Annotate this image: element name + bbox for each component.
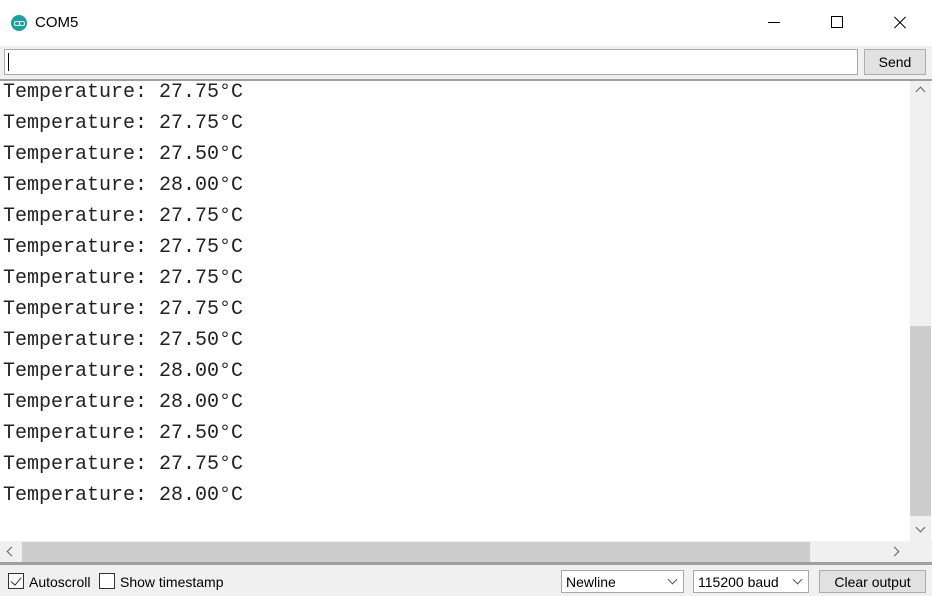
- window-title: COM5: [35, 14, 79, 31]
- baud-rate-value: 115200 baud: [698, 574, 779, 590]
- output-line: Temperature: 28.00°C: [3, 484, 244, 507]
- output-line: Temperature: 28.00°C: [3, 391, 244, 414]
- output-line: Temperature: 27.75°C: [3, 236, 244, 259]
- scroll-left-icon[interactable]: [0, 541, 21, 562]
- scrollbar-corner: [910, 541, 932, 562]
- chevron-down-icon: [667, 574, 678, 585]
- serial-output[interactable]: Temperature: 27.75°C Temperature: 27.75°…: [0, 81, 910, 541]
- autoscroll-checkbox[interactable]: [8, 573, 24, 589]
- show-timestamp-checkbox[interactable]: [99, 573, 115, 589]
- output-line: Temperature: 27.75°C: [3, 81, 244, 104]
- maximize-button[interactable]: [806, 0, 868, 46]
- output-line: Temperature: 28.00°C: [3, 360, 244, 383]
- send-row: Send: [0, 46, 932, 80]
- scroll-down-icon[interactable]: [910, 521, 931, 541]
- close-button[interactable]: [868, 0, 930, 46]
- horizontal-scroll-thumb[interactable]: [22, 542, 810, 562]
- output-line: Temperature: 27.75°C: [3, 298, 244, 321]
- horizontal-scrollbar[interactable]: [0, 541, 910, 562]
- arduino-icon: [11, 15, 27, 31]
- output-line: Temperature: 27.50°C: [3, 329, 244, 352]
- scroll-right-icon[interactable]: [886, 541, 907, 562]
- output-line: Temperature: 27.50°C: [3, 422, 244, 445]
- baud-rate-select[interactable]: 115200 baud: [693, 570, 809, 593]
- bottom-toolbar: Autoscroll Show timestamp Newline 115200…: [0, 565, 932, 596]
- autoscroll-label[interactable]: Autoscroll: [29, 574, 90, 590]
- vertical-scrollbar[interactable]: [910, 81, 931, 541]
- vertical-scroll-thumb[interactable]: [910, 326, 931, 516]
- output-line: Temperature: 27.75°C: [3, 267, 244, 290]
- output-line: Temperature: 28.00°C: [3, 174, 244, 197]
- send-button[interactable]: Send: [864, 49, 926, 75]
- chevron-down-icon: [792, 574, 803, 585]
- text-caret: [8, 53, 9, 71]
- output-line: Temperature: 27.75°C: [3, 205, 244, 228]
- scroll-up-icon[interactable]: [910, 81, 931, 101]
- serial-input[interactable]: [4, 49, 858, 75]
- output-line: Temperature: 27.50°C: [3, 143, 244, 166]
- clear-output-button[interactable]: Clear output: [819, 570, 926, 593]
- output-line: Temperature: 27.75°C: [3, 112, 244, 135]
- line-ending-value: Newline: [566, 574, 616, 590]
- show-timestamp-label[interactable]: Show timestamp: [120, 574, 223, 590]
- line-ending-select[interactable]: Newline: [561, 570, 684, 593]
- title-bar: COM5: [0, 0, 932, 46]
- output-line: Temperature: 27.75°C: [3, 453, 244, 476]
- minimize-button[interactable]: [744, 0, 806, 46]
